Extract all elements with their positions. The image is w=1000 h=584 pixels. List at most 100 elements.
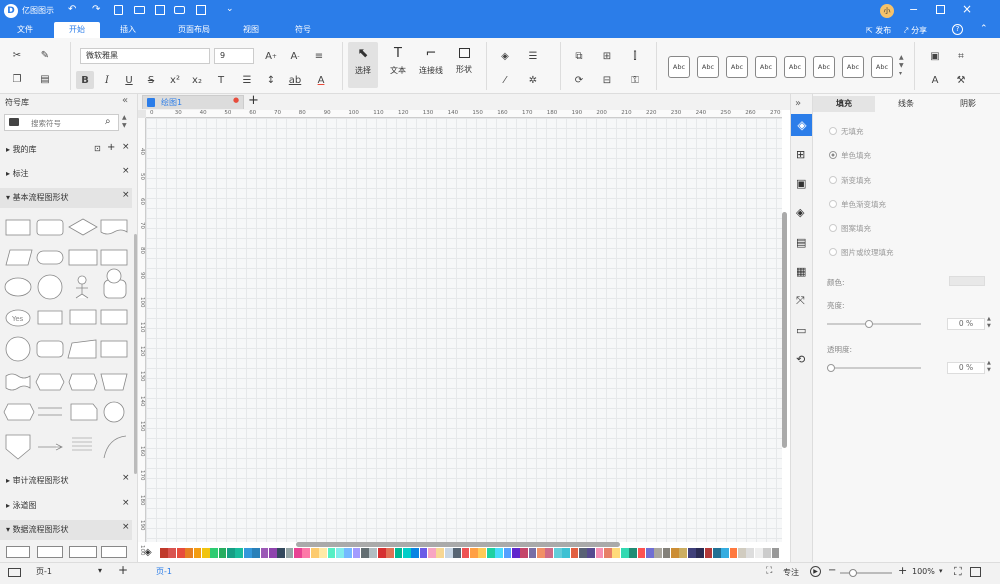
zoom-out-button[interactable]: − [828,565,836,576]
menu-page-layout[interactable]: 页面布局 [166,22,222,38]
palette-swatch[interactable] [553,548,562,558]
library-scrollbar[interactable] [134,234,137,474]
format-painter-icon[interactable]: ✎ [36,46,54,64]
fit-panel-icon[interactable]: ⤧ [796,294,805,308]
new-file-icon[interactable] [114,5,123,15]
tab-fill[interactable]: 填充 [813,96,875,112]
off-page-connector-shape[interactable] [5,434,31,460]
palette-swatch[interactable] [277,548,286,558]
zoom-in-button[interactable]: + [898,564,907,577]
open-folder-icon[interactable] [134,6,145,14]
fill-option-picture[interactable]: 图片或纹理填充 [829,247,894,259]
close-library-icon[interactable]: × [122,142,130,152]
palette-swatch[interactable] [637,548,646,558]
style-preset[interactable]: Abc [697,56,719,78]
add-library-icon[interactable]: + [107,142,115,153]
strikethrough-button[interactable]: S [142,71,160,89]
page-select-dropdown-icon[interactable]: ▾ [98,566,102,575]
expand-panel-icon[interactable]: » [795,98,801,109]
document-tab[interactable]: 绘图1 ● [142,95,244,109]
palette-swatch[interactable] [160,548,168,558]
parallel-mode-shape[interactable] [38,407,62,416]
zoom-slider[interactable] [840,572,892,574]
decrease-font-icon[interactable]: A- [286,47,304,65]
add-page-button[interactable]: + [118,563,128,577]
undo-icon[interactable]: ↶ [68,4,76,15]
fill-option-none[interactable]: 无填充 [829,126,864,138]
text-tool-button[interactable]: T 文本 [384,42,412,88]
page-select[interactable]: 页-1 [36,566,52,577]
ellipse-shape[interactable] [4,277,32,297]
palette-swatch[interactable] [662,548,671,558]
palette-swatch[interactable] [352,548,361,558]
palette-swatch[interactable] [712,548,721,558]
font-name-select[interactable]: 微软雅黑 [80,48,210,64]
menu-insert[interactable]: 插入 [110,22,146,38]
line-color-icon[interactable]: ⁄ [496,71,514,89]
palette-swatch[interactable] [763,548,771,558]
arrange-icon[interactable]: ⧉ [570,47,588,65]
palette-swatch[interactable] [327,548,336,558]
document-shape[interactable] [100,219,128,235]
process-shape[interactable] [5,219,31,236]
fill-option-solid-gradient[interactable]: 单色渐变填充 [829,199,886,211]
palette-swatch[interactable] [377,548,386,558]
palette-swatch[interactable] [419,548,428,558]
customize-toolbar-icon[interactable]: ⌄ [226,4,234,14]
tools-icon[interactable]: ⚒ [952,71,970,89]
palette-swatch[interactable] [252,548,260,558]
transparency-spinner-icon[interactable]: ▲ ▼ [987,360,991,374]
shape-tool-button[interactable]: 形状 [450,42,478,88]
page-panel-icon[interactable]: ▤ [796,236,806,249]
hexagon-shape[interactable] [3,403,35,421]
internal-storage-shape[interactable] [100,249,128,266]
data-flow-shape[interactable] [69,546,97,558]
data-flow-shape[interactable] [101,546,127,558]
highlight-icon[interactable]: ab [286,71,304,89]
subscript-button[interactable]: x₂ [188,71,206,89]
palette-swatch[interactable] [411,548,420,558]
palette-swatch[interactable] [671,548,679,558]
style-preset[interactable]: Abc [784,56,806,78]
palette-swatch[interactable] [629,548,637,558]
palette-swatch[interactable] [746,548,755,558]
export-library-icon[interactable]: ⊡ [94,144,101,153]
distribute-icon[interactable]: ⊟ [598,71,616,89]
style-preset[interactable]: Abc [668,56,690,78]
close-library-icon[interactable]: × [122,190,130,200]
style-preset[interactable]: Abc [813,56,835,78]
palette-swatch[interactable] [344,548,353,558]
palette-swatch[interactable] [738,548,746,558]
library-callout[interactable]: ▸ 标注 [0,164,132,184]
user-avatar[interactable]: 小 [880,4,894,18]
text-case-icon[interactable]: T [212,71,230,89]
arrow-shape[interactable] [38,443,63,451]
data-flow-shape[interactable] [6,546,30,558]
sequential-data-shape[interactable] [100,309,128,325]
palette-swatch[interactable] [704,548,713,558]
search-input[interactable] [31,117,101,129]
increase-font-icon[interactable]: A + [262,47,280,65]
play-icon[interactable]: ▶ [810,566,821,577]
palette-swatch[interactable] [386,548,394,558]
superscript-button[interactable]: x² [166,71,184,89]
direct-data-shape[interactable] [36,340,64,358]
palette-swatch[interactable] [679,548,688,558]
new-tab-button[interactable]: + [248,93,259,108]
loop-circle-shape[interactable] [106,268,122,284]
style-gallery-scroll-icon[interactable]: ▲ ▼ ▾ [899,54,904,78]
transparency-value[interactable]: 0 % [947,362,985,374]
layers-panel-icon[interactable]: ◈ [796,206,804,219]
presentation-panel-icon[interactable]: ▭ [796,324,806,337]
tab-line[interactable]: 线条 [875,96,937,112]
bullet-list-icon[interactable]: ☰ [238,71,256,89]
palette-swatch[interactable] [218,548,227,558]
library-scroll-icon[interactable]: ▲ ▼ [122,114,127,130]
palette-swatch[interactable] [570,548,579,558]
help-icon[interactable]: ? [952,24,963,35]
transparency-slider[interactable] [827,367,921,369]
zoom-dropdown-icon[interactable]: ▾ [939,567,943,575]
menu-home[interactable]: 开始 [54,22,100,38]
decision-shape[interactable] [68,218,98,236]
palette-swatch[interactable] [243,548,252,558]
